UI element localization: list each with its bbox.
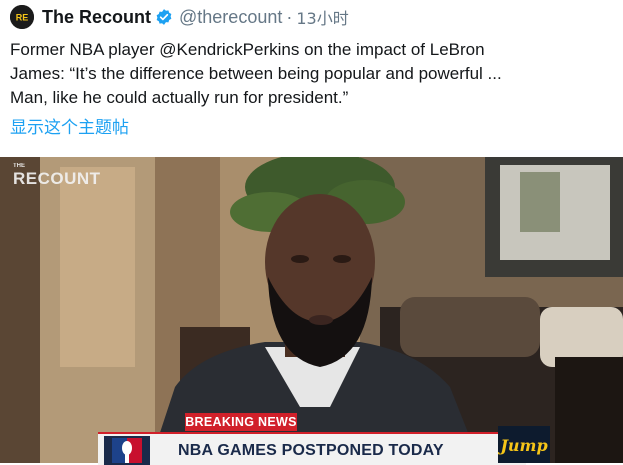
verified-badge-icon — [156, 9, 172, 25]
nba-logo-icon — [104, 436, 150, 465]
handle[interactable]: @therecount — [179, 7, 282, 28]
tweet-header: RE The Recount @therecount · 13小时 — [10, 4, 349, 30]
tweet-text: Former NBA player @KendrickPerkins on th… — [10, 38, 615, 110]
tweet-card: RE The Recount @therecount · 13小时 Former… — [0, 0, 623, 465]
tweet-text-line: James: “It’s the difference between bein… — [10, 64, 502, 83]
breaking-news-label: BREAKING NEWS — [185, 413, 297, 431]
watermark-small: THE — [13, 163, 25, 169]
show-thread-link[interactable]: 显示这个主题帖 — [10, 113, 129, 138]
timestamp[interactable]: 13小时 — [296, 5, 348, 29]
ticker-headline: NBA GAMES POSTPONED TODAY — [178, 442, 444, 459]
show-logo-icon: Jump — [498, 426, 550, 463]
tweet-text-line: Man, like he could actually run for pres… — [10, 88, 349, 107]
recount-watermark: THE RECOUNT — [13, 163, 101, 189]
tweet-text-line: Former NBA player @KendrickPerkins on th… — [10, 40, 485, 59]
video-frame — [0, 157, 623, 463]
recount-logo-icon: RE — [10, 5, 34, 29]
watermark-text: RECOUNT — [13, 169, 101, 188]
avatar-letters: RE — [16, 13, 29, 23]
display-name[interactable]: The Recount — [42, 7, 151, 28]
news-ticker: NBA GAMES POSTPONED TODAY — [98, 432, 526, 465]
separator: · — [286, 6, 293, 27]
video-thumbnail[interactable]: THE RECOUNT — [0, 157, 623, 463]
avatar[interactable]: RE — [10, 5, 34, 29]
show-logo-text: Jump — [498, 436, 548, 455]
